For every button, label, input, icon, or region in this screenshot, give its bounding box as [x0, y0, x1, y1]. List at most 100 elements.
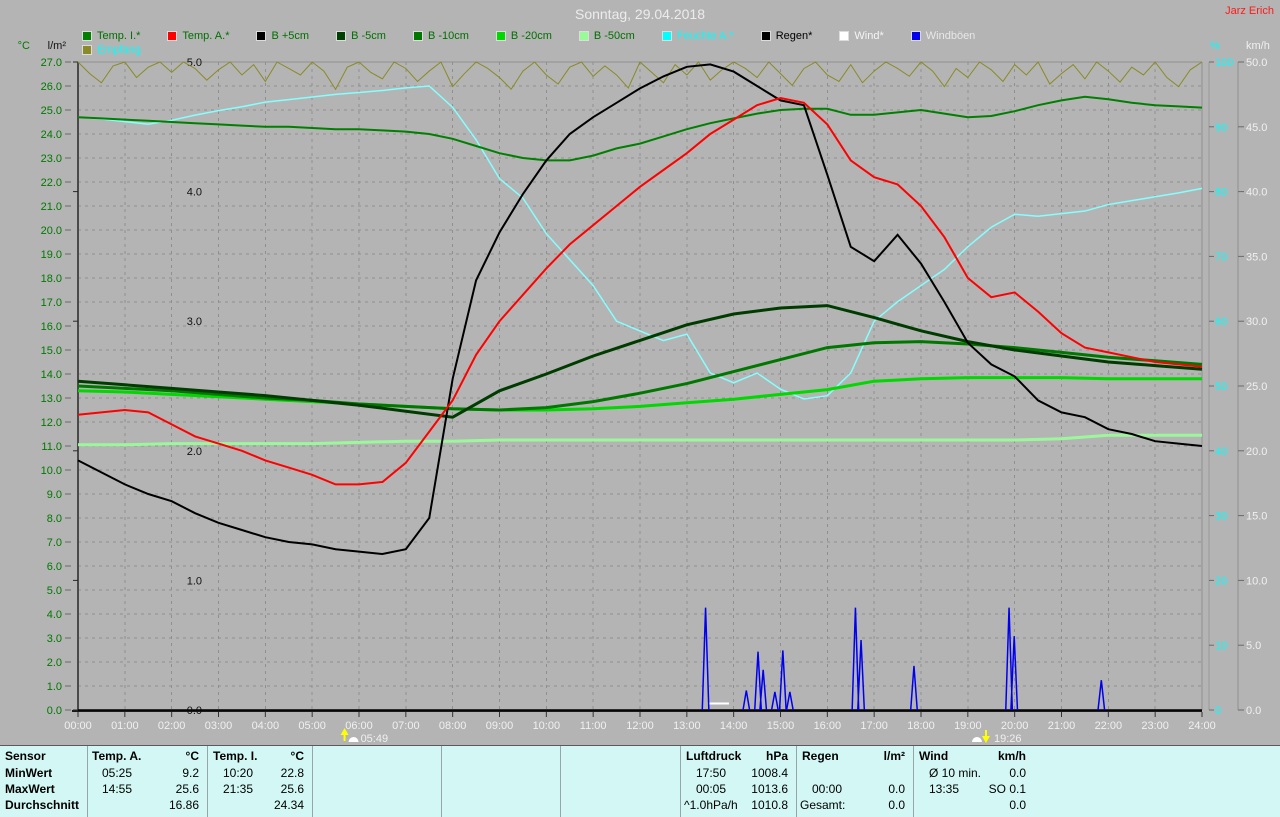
svg-text:20:00: 20:00	[1001, 720, 1029, 732]
svg-text:07:00: 07:00	[392, 720, 420, 732]
svg-text:5.0: 5.0	[187, 57, 202, 69]
svg-text:24.0: 24.0	[41, 129, 62, 141]
series-windboeen-spike	[911, 666, 918, 710]
series-windboeen-spike	[787, 692, 794, 710]
svg-text:17.0: 17.0	[41, 297, 62, 309]
max-value: SO 0.1	[915, 782, 1026, 797]
column-unit: hPa	[682, 749, 788, 764]
svg-text:16:00: 16:00	[814, 720, 842, 732]
svg-text:20: 20	[1215, 575, 1227, 587]
weather-app-window: Sonntag, 29.04.2018 Jarz Erich Temp. I.*…	[0, 0, 1280, 817]
svg-text:6.0: 6.0	[47, 561, 62, 573]
series-windboeen-spike	[858, 640, 865, 710]
series-windboeen-spike	[702, 608, 709, 710]
svg-text:04:00: 04:00	[252, 720, 280, 732]
svg-text:km/h: km/h	[1246, 40, 1270, 52]
svg-text:°C: °C	[18, 40, 30, 52]
row-label: Durchschnitt	[5, 798, 85, 813]
svg-text:40: 40	[1215, 446, 1227, 458]
svg-text:8.0: 8.0	[47, 513, 62, 525]
column-unit: °C	[88, 749, 199, 764]
table-separator	[441, 746, 442, 817]
svg-text:20.0: 20.0	[41, 225, 62, 237]
min-value: 0.0	[915, 766, 1026, 781]
svg-text:40.0: 40.0	[1246, 187, 1267, 199]
svg-text:19:26: 19:26	[994, 733, 1022, 745]
svg-text:02:00: 02:00	[158, 720, 186, 732]
svg-text:30: 30	[1215, 511, 1227, 523]
svg-text:23.0: 23.0	[41, 153, 62, 165]
svg-text:26.0: 26.0	[41, 81, 62, 93]
svg-text:10.0: 10.0	[1246, 575, 1267, 587]
svg-text:90: 90	[1215, 122, 1227, 134]
svg-text:16.0: 16.0	[41, 321, 62, 333]
svg-text:13.0: 13.0	[41, 393, 62, 405]
table-separator	[207, 746, 208, 817]
svg-text:10: 10	[1215, 640, 1227, 652]
svg-text:11.0: 11.0	[41, 441, 62, 453]
svg-text:25.0: 25.0	[41, 105, 62, 117]
svg-text:60: 60	[1215, 316, 1227, 328]
series-windboeen-spike	[1098, 680, 1105, 710]
svg-text:22:00: 22:00	[1095, 720, 1123, 732]
svg-text:18:00: 18:00	[907, 720, 935, 732]
svg-text:05:00: 05:00	[298, 720, 326, 732]
svg-text:l/m²: l/m²	[48, 40, 67, 52]
svg-text:0.0: 0.0	[47, 705, 62, 717]
svg-text:12.0: 12.0	[41, 417, 62, 429]
svg-text:1.0: 1.0	[187, 575, 202, 587]
table-separator	[796, 746, 797, 817]
svg-text:21.0: 21.0	[41, 201, 62, 213]
svg-text:3.0: 3.0	[47, 633, 62, 645]
svg-text:15.0: 15.0	[41, 345, 62, 357]
column-unit: °C	[209, 749, 304, 764]
svg-text:08:00: 08:00	[439, 720, 467, 732]
svg-text:1.0: 1.0	[47, 681, 62, 693]
svg-text:00:00: 00:00	[64, 720, 92, 732]
svg-text:45.0: 45.0	[1246, 122, 1267, 134]
svg-text:80: 80	[1215, 187, 1227, 199]
svg-text:10:00: 10:00	[533, 720, 561, 732]
svg-text:10.0: 10.0	[41, 465, 62, 477]
svg-text:24:00: 24:00	[1188, 720, 1216, 732]
max-value: 0.0	[798, 782, 905, 797]
min-value: 1008.4	[682, 766, 788, 781]
svg-text:25.0: 25.0	[1246, 381, 1267, 393]
svg-text:15:00: 15:00	[767, 720, 795, 732]
svg-text:5.0: 5.0	[1246, 640, 1261, 652]
avg-value: 0.0	[915, 798, 1026, 813]
avg-value: 1010.8	[682, 798, 788, 813]
svg-text:100: 100	[1215, 57, 1233, 69]
series-windboeen-spike	[852, 608, 859, 710]
svg-text:5.0: 5.0	[47, 585, 62, 597]
table-separator	[560, 746, 561, 817]
weather-chart: 0.01.02.03.04.05.06.07.08.09.010.011.012…	[0, 0, 1280, 750]
table-separator	[312, 746, 313, 817]
max-value: 25.6	[88, 782, 199, 797]
svg-text:11:00: 11:00	[580, 720, 607, 732]
svg-text:15.0: 15.0	[1246, 511, 1267, 523]
svg-text:19.0: 19.0	[41, 249, 62, 261]
svg-text:21:00: 21:00	[1048, 720, 1076, 732]
svg-text:70: 70	[1215, 251, 1227, 263]
min-value: 9.2	[88, 766, 199, 781]
svg-text:03:00: 03:00	[205, 720, 233, 732]
row-label: Sensor	[5, 749, 85, 764]
svg-text:35.0: 35.0	[1246, 251, 1267, 263]
svg-text:30.0: 30.0	[1246, 316, 1267, 328]
svg-text:20.0: 20.0	[1246, 446, 1267, 458]
svg-text:14.0: 14.0	[41, 369, 62, 381]
series-windboeen-spike	[772, 692, 779, 710]
max-value: 25.6	[209, 782, 304, 797]
summary-table: SensorMinWertMaxWertDurchschnittTemp. A.…	[0, 745, 1280, 817]
svg-text:14:00: 14:00	[720, 720, 748, 732]
max-value: 1013.6	[682, 782, 788, 797]
svg-text:27.0: 27.0	[41, 57, 62, 69]
svg-text:09:00: 09:00	[486, 720, 514, 732]
svg-text:2.0: 2.0	[187, 446, 202, 458]
avg-value: 24.34	[209, 798, 304, 813]
svg-text:%: %	[1210, 40, 1220, 52]
row-label: MinWert	[5, 766, 85, 781]
column-unit: l/m²	[798, 749, 905, 764]
svg-text:12:00: 12:00	[626, 720, 654, 732]
